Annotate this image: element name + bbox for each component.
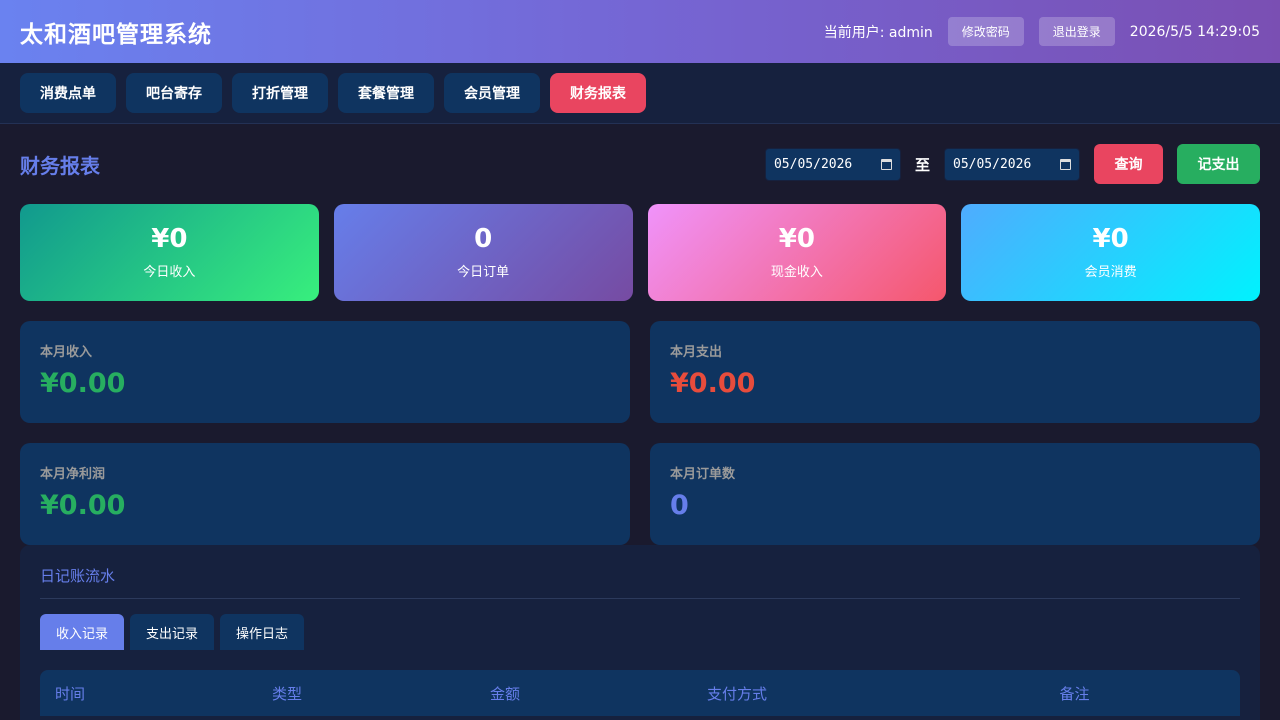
ledger-panel: 日记账流水 收入记录 支出记录 操作日志 时间 类型 金额 支付方式 备注 [20, 545, 1260, 720]
query-button[interactable]: 查询 [1094, 144, 1163, 184]
stat-value: ¥0 [778, 223, 815, 254]
tab-income-records[interactable]: 收入记录 [40, 614, 125, 650]
monthly-value: ¥0.00 [40, 368, 126, 399]
ledger-title: 日记账流水 [40, 565, 1240, 599]
stat-cards: ¥0 今日收入 0 今日订单 ¥0 现金收入 ¥0 会员消费 [20, 204, 1260, 301]
to-label: 至 [914, 155, 930, 174]
stat-label: 今日订单 [457, 265, 510, 281]
monthly-income-card: 本月收入 ¥0.00 [20, 321, 630, 423]
tab-finance-report[interactable]: 财务报表 [550, 73, 646, 113]
stat-label: 现金收入 [770, 265, 823, 281]
monthly-label: 本月收入 [40, 345, 93, 360]
stat-label: 今日收入 [143, 265, 196, 281]
tab-members[interactable]: 会员管理 [444, 73, 540, 113]
date-filter: 05/05/2026 至 05/05/2026 查询 记支出 [764, 144, 1260, 184]
app-header: 太和酒吧管理系统 当前用户: admin 修改密码 退出登录 2026/5/5 … [0, 0, 1280, 63]
tab-operation-log[interactable]: 操作日志 [220, 614, 305, 650]
monthly-value: ¥0.00 [670, 368, 756, 399]
monthly-label: 本月订单数 [670, 467, 736, 482]
stat-value: ¥0 [151, 223, 188, 254]
stat-label: 会员消费 [1084, 265, 1137, 281]
column-header-payment-method[interactable]: 支付方式 [692, 683, 909, 704]
tab-discounts[interactable]: 打折管理 [232, 73, 328, 113]
ledger-table-header: 时间 类型 金额 支付方式 备注 [40, 670, 1240, 716]
monthly-net-profit-card: 本月净利润 ¥0.00 [20, 443, 630, 545]
monthly-label: 本月净利润 [40, 467, 106, 482]
date-from-value: 05/05/2026 [773, 156, 853, 172]
record-expense-button[interactable]: 记支出 [1177, 144, 1260, 184]
header-actions: 当前用户: admin 修改密码 退出登录 2026/5/5 14:29:05 [824, 17, 1260, 46]
current-user: 当前用户: admin [823, 24, 933, 41]
change-password-button[interactable]: 修改密码 [947, 17, 1024, 46]
ledger-tabs: 收入记录 支出记录 操作日志 [40, 614, 1240, 650]
column-header-type[interactable]: 类型 [257, 683, 475, 704]
column-header-amount[interactable]: 金额 [475, 683, 692, 704]
app-title: 太和酒吧管理系统 [20, 21, 212, 48]
monthly-value: 0 [670, 490, 689, 521]
clock: 2026/5/5 14:29:05 [1129, 23, 1260, 40]
monthly-value: ¥0.00 [40, 490, 126, 521]
monthly-expense-card: 本月支出 ¥0.00 [650, 321, 1260, 423]
page-title: 财务报表 [20, 154, 100, 178]
calendar-icon[interactable] [880, 158, 892, 170]
stat-card-today-orders: 0 今日订单 [333, 204, 633, 301]
logout-button[interactable]: 退出登录 [1038, 17, 1115, 46]
date-to-value: 05/05/2026 [953, 156, 1032, 172]
stat-value: ¥0 [1092, 223, 1129, 254]
tab-expense-records[interactable]: 支出记录 [130, 614, 215, 650]
monthly-orders-card: 本月订单数 0 [650, 443, 1260, 545]
stat-card-today-income: ¥0 今日收入 [20, 204, 319, 301]
tab-bar-storage[interactable]: 吧台寄存 [126, 73, 222, 113]
stat-value: 0 [474, 223, 493, 254]
main-nav: 消费点单 吧台寄存 打折管理 套餐管理 会员管理 财务报表 [0, 63, 1280, 124]
stat-card-cash-income: ¥0 现金收入 [647, 204, 947, 301]
date-to-input[interactable]: 05/05/2026 [944, 147, 1080, 181]
tab-orders[interactable]: 消费点单 [20, 73, 116, 113]
column-header-time[interactable]: 时间 [40, 683, 257, 704]
calendar-icon[interactable] [1060, 158, 1071, 170]
tab-packages[interactable]: 套餐管理 [338, 73, 434, 113]
date-from-input[interactable]: 05/05/2026 [764, 147, 901, 181]
stat-card-member-spending: ¥0 会员消费 [961, 204, 1260, 301]
column-header-note[interactable]: 备注 [909, 683, 1240, 704]
monthly-label: 本月支出 [670, 345, 723, 360]
